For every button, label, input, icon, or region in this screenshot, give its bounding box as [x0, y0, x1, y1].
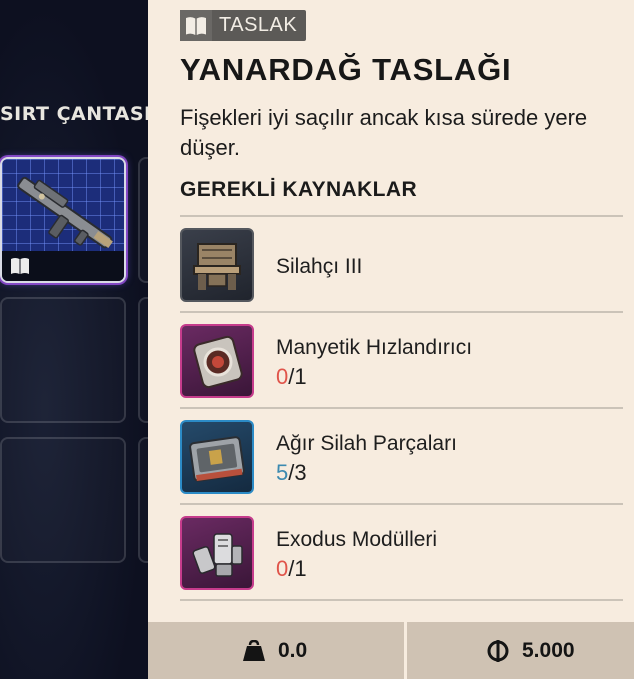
resource-thumbnail	[180, 324, 254, 398]
item-title: YANARDAĞ TASLAĞI	[180, 52, 512, 87]
weight-icon	[243, 639, 265, 661]
backpack-slot-empty[interactable]	[138, 297, 148, 423]
item-type-tag: TASLAK	[180, 10, 307, 41]
coin-icon	[487, 639, 509, 662]
tag-icon-box	[180, 10, 212, 41]
backpack-title: SIRT ÇANTASI	[0, 103, 148, 125]
resource-count: 0/1	[276, 364, 307, 390]
exodus-modules-icon	[192, 533, 243, 577]
divider	[180, 215, 623, 217]
resource-thumbnail	[180, 228, 254, 302]
resource-row[interactable]: Manyetik Hızlandırıcı 0/1	[180, 324, 623, 400]
item-description: Fişekleri iyi saçılır ancak kısa sürede …	[180, 105, 588, 160]
divider	[180, 599, 623, 601]
resource-count-have: 0	[276, 556, 289, 581]
resource-count-have: 5	[276, 460, 289, 485]
price-stat: 5.000	[486, 622, 575, 679]
weight-value: 0.0	[278, 638, 308, 662]
weapon-parts-case-icon	[189, 436, 245, 482]
resource-row[interactable]: Exodus Modülleri 0/1	[180, 516, 623, 592]
resource-thumbnail	[180, 516, 254, 590]
resource-thumbnail	[180, 420, 254, 494]
resource-name: Silahçı III	[276, 255, 363, 278]
footer-separator	[404, 622, 407, 679]
backpack-slot-empty[interactable]	[138, 157, 148, 283]
blueprint-book-icon	[11, 258, 29, 274]
divider	[180, 407, 623, 409]
resource-count: 0/1	[276, 556, 307, 582]
resource-count-need: /1	[288, 364, 307, 389]
resource-count: 5/3	[276, 460, 307, 486]
resource-name: Ağır Silah Parçaları	[276, 432, 457, 455]
divider	[180, 503, 623, 505]
weight-stat: 0.0	[242, 622, 307, 679]
resource-row[interactable]: Ağır Silah Parçaları 5/3	[180, 420, 623, 496]
magnetic-accelerator-icon	[193, 335, 243, 389]
tag-label: TASLAK	[219, 14, 298, 36]
divider	[180, 311, 623, 313]
resource-count-need: /3	[288, 460, 307, 485]
workbench-icon	[193, 243, 241, 290]
item-footer: 0.0 5.000	[148, 622, 634, 679]
backpack-area: SIRT ÇANTASI	[0, 0, 148, 679]
item-detail-panel: TASLAK YANARDAĞ TASLAĞI Fişekleri iyi sa…	[148, 0, 634, 679]
backpack-slot-empty[interactable]	[138, 437, 148, 563]
slot-info-bar	[2, 251, 124, 281]
requirements-heading: GEREKLİ KAYNAKLAR	[180, 178, 418, 201]
backpack-slot-selected[interactable]	[0, 157, 126, 283]
backpack-slot-empty[interactable]	[0, 437, 126, 563]
price-value: 5.000	[522, 638, 575, 662]
resource-name: Manyetik Hızlandırıcı	[276, 336, 473, 359]
resource-count-need: /1	[288, 556, 307, 581]
resource-count-have: 0	[276, 364, 289, 389]
resource-row[interactable]: Silahçı III	[180, 228, 623, 304]
resource-name: Exodus Modülleri	[276, 528, 438, 551]
backpack-slot-empty[interactable]	[0, 297, 126, 423]
blueprint-book-icon	[186, 16, 206, 35]
